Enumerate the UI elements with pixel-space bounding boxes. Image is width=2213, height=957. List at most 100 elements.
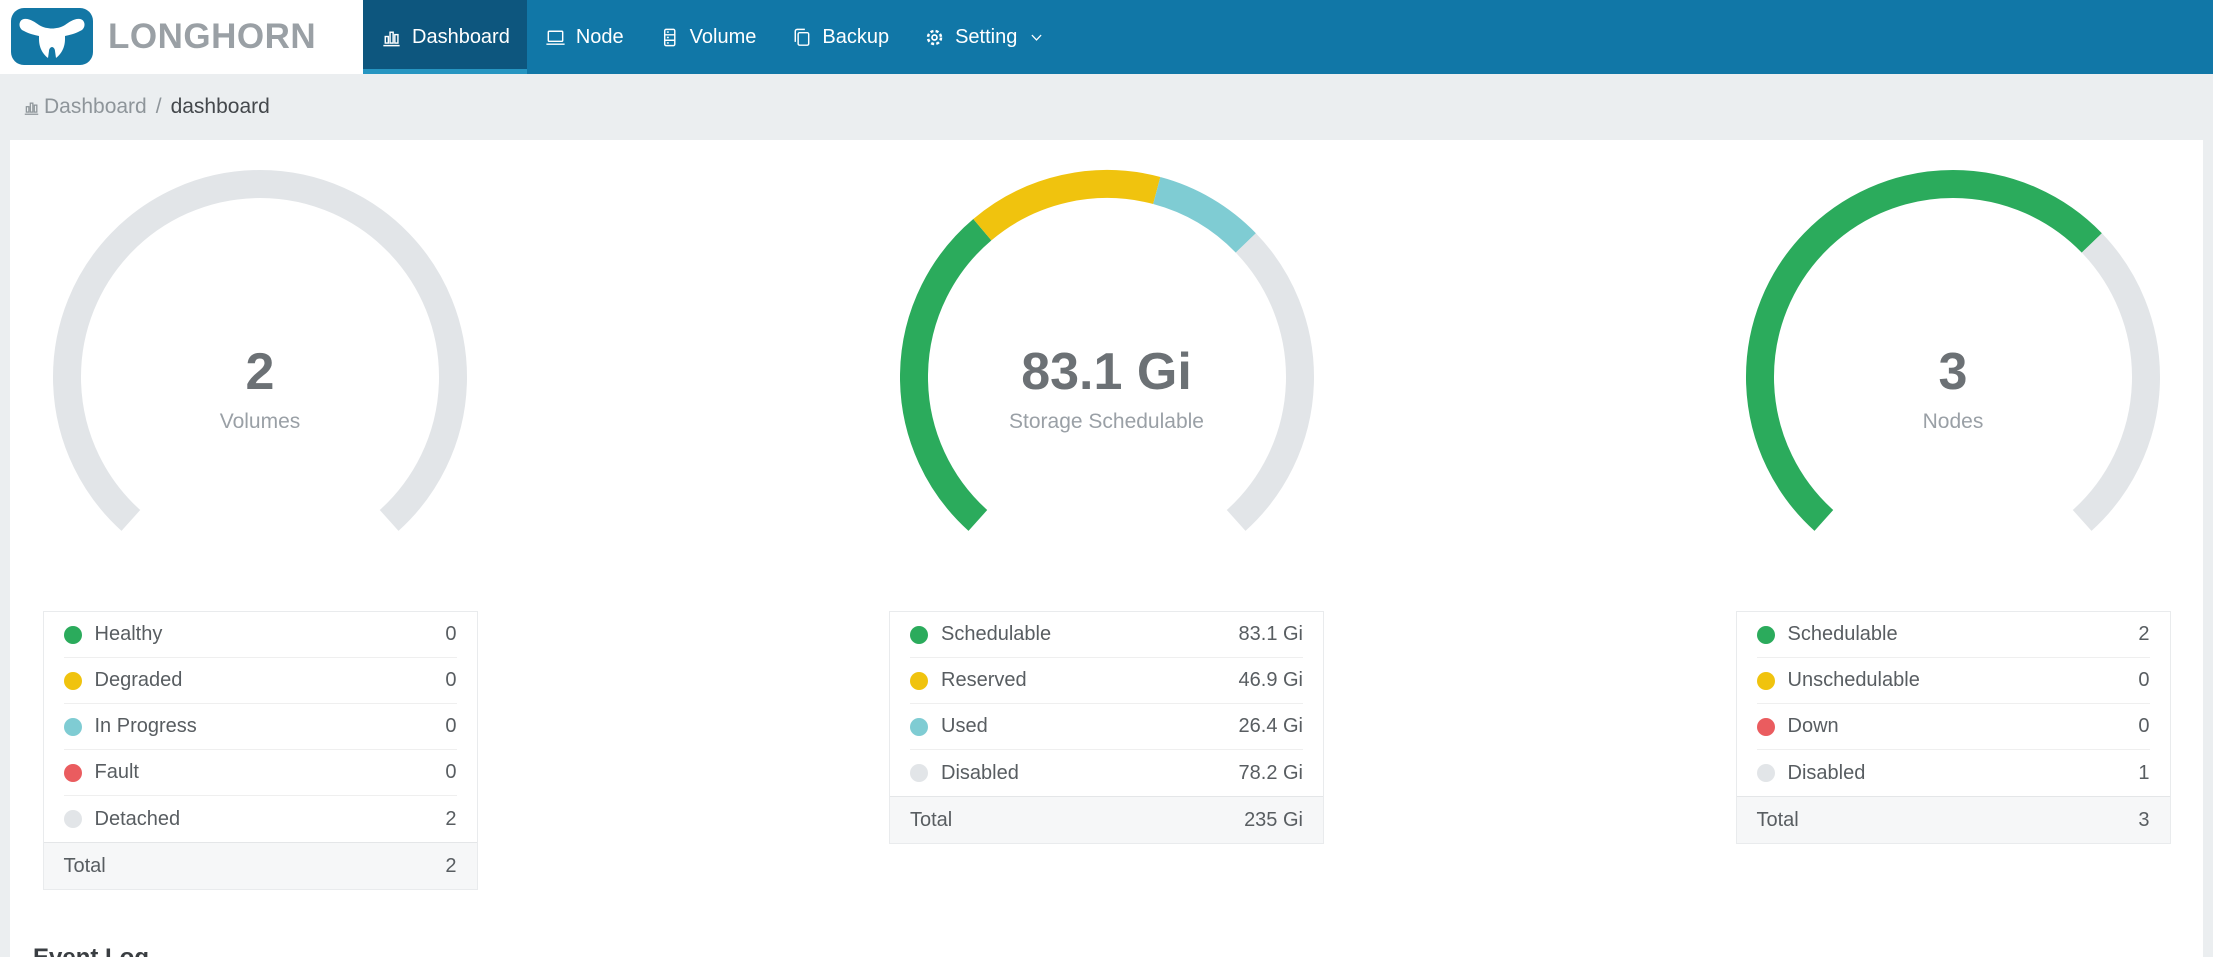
legend-value: 2 xyxy=(2138,623,2150,645)
legend-total-row: Total 2 xyxy=(43,842,477,889)
legend-value: 0 xyxy=(445,761,457,783)
longhorn-bull-icon xyxy=(11,8,93,65)
teal-status-dot xyxy=(910,717,928,736)
gauges-row: 2 Volumes Healthy 0 Degraded 0 In Progress 0 F… xyxy=(10,152,2203,890)
legend-row-down: Down 0 xyxy=(1737,704,2170,750)
nav-item-node[interactable]: Node xyxy=(527,0,641,74)
gauge-svg xyxy=(1746,170,2160,531)
legend-total-row: Total 235 Gi xyxy=(890,796,1323,843)
legend-value: 0 xyxy=(445,715,457,737)
legend-label: Used xyxy=(941,715,988,737)
green-status-dot xyxy=(63,625,82,644)
logo[interactable]: LONGHORN xyxy=(0,0,363,74)
gauge-segment-reserved xyxy=(972,170,1160,241)
copy-icon xyxy=(794,28,810,46)
legend-row-fault: Fault 0 xyxy=(44,750,477,796)
yellow-status-dot xyxy=(1756,671,1775,690)
nav-item-label: Backup xyxy=(822,25,890,48)
red-status-dot xyxy=(1756,717,1775,736)
gauge-segment-schedulable xyxy=(899,218,991,531)
legend-value: 83.1 Gi xyxy=(1238,623,1303,645)
total-value: 2 xyxy=(445,854,457,877)
nav-item-label: Setting xyxy=(955,25,1018,48)
legend-row-healthy: Healthy 0 xyxy=(44,612,477,658)
green-status-dot xyxy=(1756,625,1775,644)
legend-value: 0 xyxy=(445,669,457,691)
legend-row-detached: Detached 2 xyxy=(44,796,477,842)
total-label: Total xyxy=(910,808,953,831)
gauge-segment-disabled xyxy=(2072,233,2160,531)
legend-row-unschedulable: Unschedulable 0 xyxy=(1737,658,2170,704)
legend-label: Fault xyxy=(94,761,139,783)
gauge-svg xyxy=(899,170,1314,531)
gray-status-dot xyxy=(910,764,928,782)
breadcrumb-separator: / xyxy=(155,95,162,118)
legend-row-reserved: Reserved 46.9 Gi xyxy=(890,658,1323,704)
chevron-down-icon xyxy=(1031,34,1042,41)
nodes-legend-table: Schedulable 2 Unschedulable 0 Down 0 Disabled 1… xyxy=(1735,611,2171,844)
legend-row-disabled: Disabled 1 xyxy=(1737,750,2170,796)
legend-value: 78.2 Gi xyxy=(1238,761,1303,784)
breadcrumb-current: dashboard xyxy=(170,95,270,118)
red-status-dot xyxy=(63,763,82,782)
laptop-icon xyxy=(546,30,565,45)
database-icon xyxy=(663,28,676,46)
storage-column: 83.1 Gi Storage Schedulable Schedulable 8… xyxy=(857,152,1357,890)
nav-item-label: Node xyxy=(575,25,624,48)
nav-item-volume[interactable]: Volume xyxy=(641,0,774,74)
legend-value: 0 xyxy=(2138,669,2150,691)
nav-item-setting[interactable]: Setting xyxy=(906,0,1062,74)
gear-icon xyxy=(926,29,943,45)
breadcrumb: Dashboard / dashboard xyxy=(0,74,2213,140)
legend-label: In Progress xyxy=(94,715,197,737)
green-status-dot xyxy=(910,625,928,644)
nav-item-dashboard[interactable]: Dashboard xyxy=(363,0,527,74)
gauge-segment-schedulable xyxy=(1746,170,2102,531)
logo-text: LONGHORN xyxy=(108,17,317,56)
nav-item-label: Volume xyxy=(689,25,757,48)
legend-value: 2 xyxy=(445,807,457,830)
legend-value: 0 xyxy=(445,623,457,645)
legend-value: 0 xyxy=(2138,715,2150,737)
legend-value: 1 xyxy=(2138,761,2150,784)
legend-label: Schedulable xyxy=(1787,623,1898,645)
bar-chart-icon xyxy=(383,31,400,46)
volumes-gauge: 2 Volumes xyxy=(10,152,510,597)
legend-value: 46.9 Gi xyxy=(1238,669,1303,691)
total-value: 3 xyxy=(2138,808,2150,831)
gray-status-dot xyxy=(1756,764,1775,782)
yellow-status-dot xyxy=(910,671,928,690)
legend-label: Healthy xyxy=(94,623,163,645)
legend-label: Degraded xyxy=(94,669,183,691)
legend-row-in-progress: In Progress 0 xyxy=(44,704,477,750)
dashboard-panel: 2 Volumes Healthy 0 Degraded 0 In Progress 0 F… xyxy=(10,140,2203,957)
nav-item-label: Dashboard xyxy=(412,25,510,48)
gray-status-dot xyxy=(63,810,82,828)
legend-row-schedulable: Schedulable 83.1 Gi xyxy=(890,612,1323,658)
gauge-segment-detached xyxy=(53,170,467,531)
legend-row-degraded: Degraded 0 xyxy=(44,658,477,704)
nav-item-backup[interactable]: Backup xyxy=(773,0,906,74)
legend-row-disabled: Disabled 78.2 Gi xyxy=(890,750,1323,796)
storage-legend-table: Schedulable 83.1 Gi Reserved 46.9 Gi Used 26.… xyxy=(889,611,1324,844)
legend-label: Detached xyxy=(94,807,181,830)
legend-label: Unschedulable xyxy=(1787,669,1920,691)
total-value: 235 Gi xyxy=(1244,808,1303,831)
breadcrumb-root[interactable]: Dashboard xyxy=(44,95,147,119)
yellow-status-dot xyxy=(63,671,82,690)
legend-label: Schedulable xyxy=(941,623,1052,645)
volumes-column: 2 Volumes Healthy 0 Degraded 0 In Progress 0 F… xyxy=(10,152,510,890)
nodes-column: 3 Nodes Schedulable 2 Unschedulable 0 Down 0 D… xyxy=(1703,152,2203,890)
legend-label: Disabled xyxy=(941,761,1019,784)
bar-chart-icon xyxy=(24,102,39,115)
legend-row-used: Used 26.4 Gi xyxy=(890,704,1323,750)
top-navbar: LONGHORN Dashboard Node Volume Backup Se… xyxy=(0,0,2213,74)
legend-label: Disabled xyxy=(1787,761,1866,784)
legend-row-schedulable: Schedulable 2 xyxy=(1737,612,2170,658)
total-label: Total xyxy=(63,854,106,877)
nodes-gauge: 3 Nodes xyxy=(1703,152,2203,597)
gauge-segment-used xyxy=(1152,177,1256,253)
legend-total-row: Total 3 xyxy=(1736,796,2170,843)
legend-value: 26.4 Gi xyxy=(1238,715,1303,737)
total-label: Total xyxy=(1756,808,1799,831)
